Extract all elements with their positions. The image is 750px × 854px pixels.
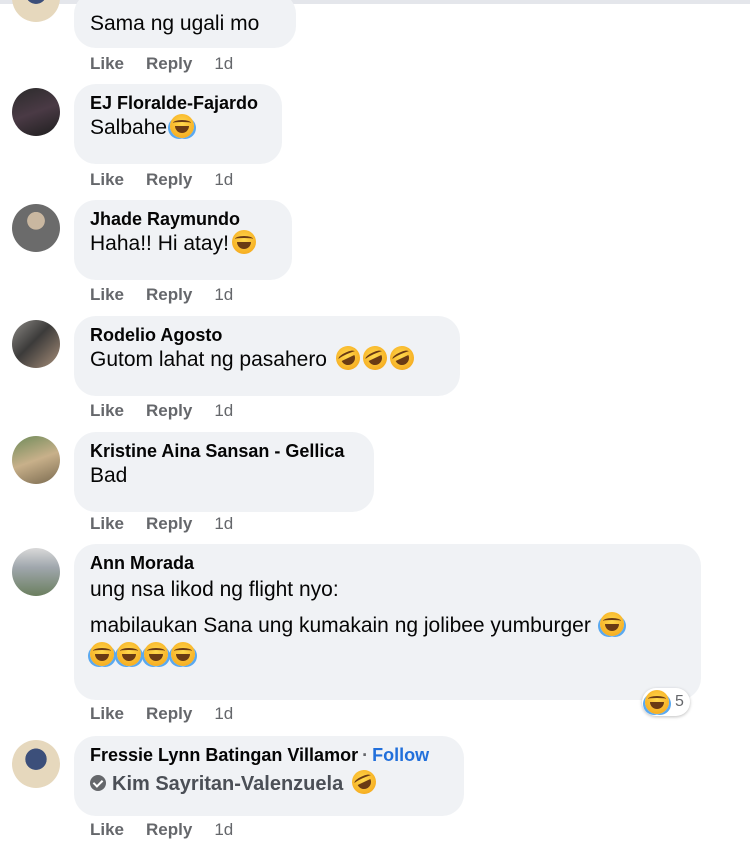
like-button[interactable]: Like bbox=[90, 704, 124, 724]
comment-text: Sama ng ugali mo bbox=[90, 12, 260, 35]
rofl-emoji-icon bbox=[348, 766, 380, 798]
comment-text: Gutom lahat ng pasahero bbox=[90, 348, 327, 371]
comment-text-line: mabilaukan Sana ung kumakain ng jolibee … bbox=[90, 612, 685, 640]
timestamp: 1d bbox=[214, 820, 234, 839]
reply-button[interactable]: Reply bbox=[146, 514, 192, 534]
reply-button[interactable]: Reply bbox=[146, 285, 192, 305]
timestamp: 1d bbox=[214, 54, 234, 73]
verified-tag-icon bbox=[90, 775, 106, 791]
comment-actions: Like Reply 1d bbox=[90, 170, 255, 190]
comment-text-line: Kim Sayritan-Valenzuela bbox=[90, 766, 448, 798]
avatar[interactable] bbox=[12, 740, 60, 788]
comment-bubble: EJ Floralde-Fajardo Salbahe bbox=[74, 84, 282, 164]
comment-bubble: Jhade Raymundo Haha!! Hi atay! bbox=[74, 200, 292, 280]
comment-text: Haha!! Hi atay! bbox=[90, 232, 229, 255]
laughing-emoji-icon bbox=[90, 642, 114, 666]
comment-header: Fressie Lynn Batingan Villamor · Follow bbox=[90, 744, 448, 766]
comment-text-line: Gutom lahat ng pasahero bbox=[90, 342, 444, 374]
comment-bubble: Rodelio Agosto Gutom lahat ng pasahero bbox=[74, 316, 460, 396]
comment-actions: Like Reply 1d bbox=[90, 54, 255, 74]
reply-button[interactable]: Reply bbox=[146, 54, 192, 74]
reaction-number: 5 bbox=[675, 693, 684, 710]
timestamp: 1d bbox=[214, 704, 234, 723]
avatar[interactable] bbox=[12, 436, 60, 484]
like-button[interactable]: Like bbox=[90, 54, 124, 74]
comment-actions: Like Reply 1d bbox=[90, 514, 255, 534]
timestamp: 1d bbox=[214, 514, 234, 533]
comment-text: Bad bbox=[90, 464, 128, 487]
comment-author[interactable]: Ann Morada bbox=[90, 552, 685, 574]
like-button[interactable]: Like bbox=[90, 514, 124, 534]
comment-actions: Like Reply 1d bbox=[90, 285, 255, 305]
avatar[interactable] bbox=[12, 548, 60, 596]
comment-text: mabilaukan Sana ung kumakain ng jolibee … bbox=[90, 614, 591, 637]
comment-author[interactable]: Jhade Raymundo bbox=[90, 208, 276, 230]
laughing-emoji-icon bbox=[170, 114, 195, 138]
timestamp: 1d bbox=[214, 401, 234, 420]
like-button[interactable]: Like bbox=[90, 170, 124, 190]
comment-text-line: Salbahe bbox=[90, 114, 266, 142]
laughing-emoji-icon bbox=[171, 642, 195, 666]
comment-bubble: Kristine Aina Sansan - Gellica Bad bbox=[74, 432, 374, 512]
avatar[interactable] bbox=[12, 0, 60, 22]
comment-author[interactable]: Rodelio Agosto bbox=[90, 324, 444, 346]
reaction-count[interactable]: 5 bbox=[642, 688, 690, 716]
comment-bubble: Fressie Lynn Batingan Villamor · Follow Ki… bbox=[74, 736, 464, 816]
rofl-emoji-icon bbox=[385, 342, 418, 374]
mention-link[interactable]: Kim Sayritan-Valenzuela bbox=[112, 773, 343, 795]
like-button[interactable]: Like bbox=[90, 401, 124, 421]
laughing-emoji-icon bbox=[117, 642, 141, 666]
timestamp: 1d bbox=[214, 285, 234, 304]
comment-bubble: Ann Morada ung nsa likod ng flight nyo: … bbox=[74, 544, 701, 700]
emoji-row bbox=[90, 642, 685, 670]
comment-text: ung nsa likod ng flight nyo: bbox=[90, 578, 339, 601]
avatar[interactable] bbox=[12, 204, 60, 252]
comment-text: Salbahe bbox=[90, 116, 168, 139]
avatar[interactable] bbox=[12, 88, 60, 136]
separator: · bbox=[362, 745, 369, 765]
comment-author[interactable]: EJ Floralde-Fajardo bbox=[90, 92, 266, 114]
follow-button[interactable]: Follow bbox=[372, 745, 429, 765]
comment-text-line: Haha!! Hi atay! bbox=[90, 230, 276, 258]
laughing-emoji-icon bbox=[144, 642, 168, 666]
like-button[interactable]: Like bbox=[90, 285, 124, 305]
reply-button[interactable]: Reply bbox=[146, 704, 192, 724]
comment-actions: Like Reply 1d bbox=[90, 820, 255, 840]
reply-button[interactable]: Reply bbox=[146, 170, 192, 190]
like-button[interactable]: Like bbox=[90, 820, 124, 840]
rofl-emoji-icon bbox=[331, 342, 364, 374]
reply-button[interactable]: Reply bbox=[146, 401, 192, 421]
comment-author[interactable]: Kristine Aina Sansan - Gellica bbox=[90, 440, 358, 462]
comment-actions: Like Reply 1d bbox=[90, 704, 255, 724]
rofl-emoji-icon bbox=[358, 342, 391, 374]
laughing-emoji-icon bbox=[645, 690, 669, 714]
reply-button[interactable]: Reply bbox=[146, 820, 192, 840]
avatar[interactable] bbox=[12, 320, 60, 368]
comment-bubble: Sama ng ugali mo bbox=[74, 0, 296, 48]
comment-actions: Like Reply 1d bbox=[90, 401, 255, 421]
laughing-emoji-icon bbox=[599, 612, 624, 636]
timestamp: 1d bbox=[214, 170, 234, 189]
grinning-sweat-emoji-icon bbox=[231, 230, 256, 254]
comment-author[interactable]: Fressie Lynn Batingan Villamor bbox=[90, 745, 358, 765]
